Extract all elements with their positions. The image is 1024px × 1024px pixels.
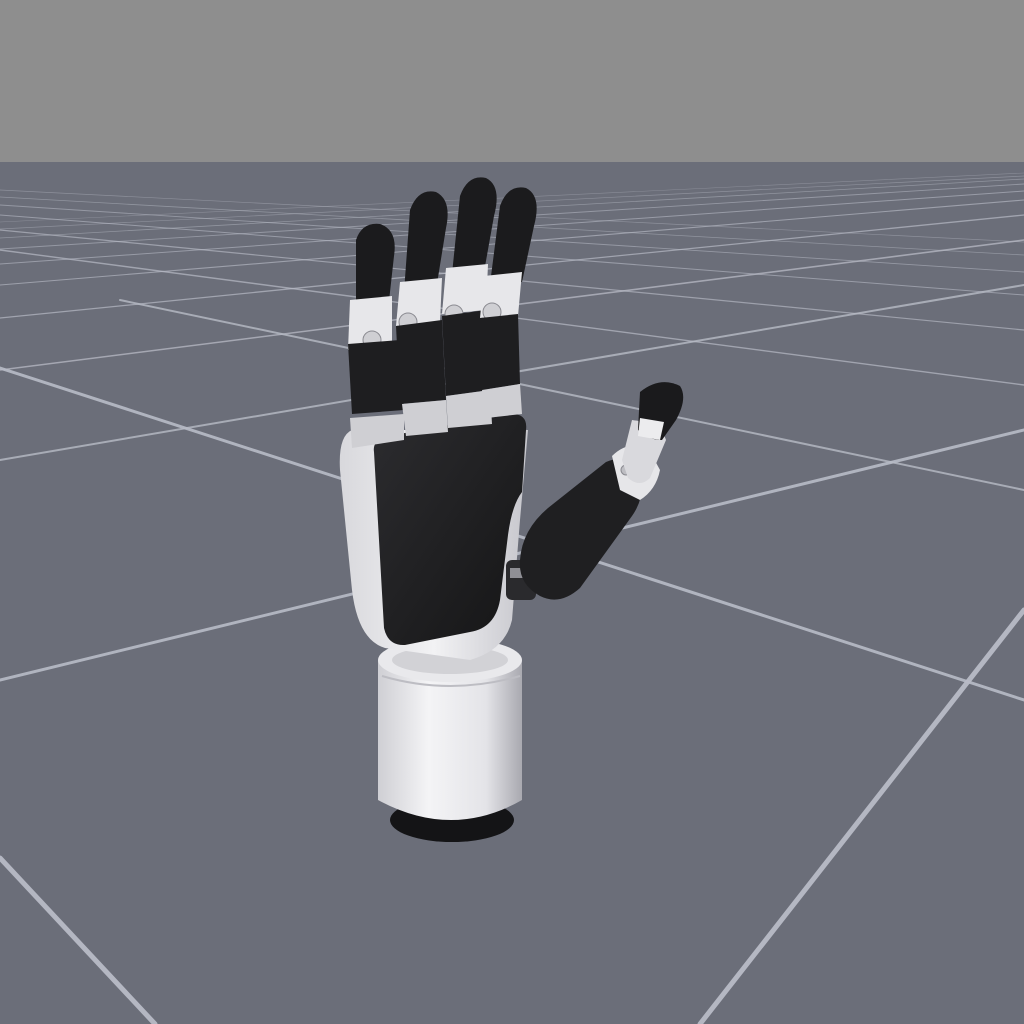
simulation-viewport [0, 0, 1024, 1024]
wrist-cylinder [378, 638, 522, 842]
sky-background [0, 0, 1024, 165]
